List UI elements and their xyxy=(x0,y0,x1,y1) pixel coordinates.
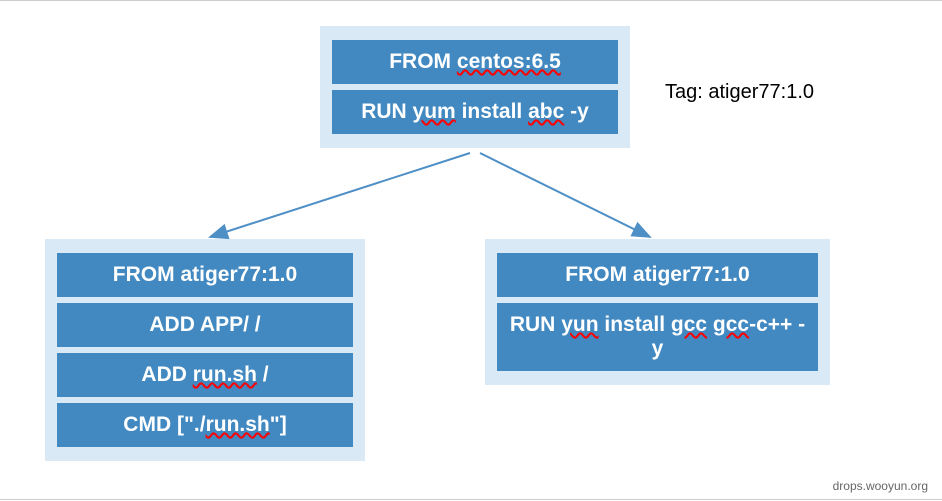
line-text: RUN xyxy=(510,313,561,336)
line-text-squiggle: centos:6.5 xyxy=(457,50,561,73)
dockerfile-line: FROM centos:6.5 xyxy=(332,40,618,84)
line-text: install xyxy=(599,313,671,336)
line-text-squiggle: abc xyxy=(528,100,564,123)
top-dockerfile-box: FROM centos:6.5 RUN yum install abc -y xyxy=(320,26,630,148)
line-text: "] xyxy=(270,413,287,436)
left-dockerfile-box: FROM atiger77:1.0 ADD APP/ / ADD run.sh … xyxy=(45,239,365,461)
tag-label: Tag: atiger77:1.0 xyxy=(665,81,814,104)
line-text: -y xyxy=(564,100,589,123)
line-text-squiggle: gcc xyxy=(713,313,749,336)
dockerfile-line: ADD APP/ / xyxy=(57,303,353,347)
dockerfile-line: FROM atiger77:1.0 xyxy=(57,253,353,297)
line-text: FROM atiger77:1.0 xyxy=(565,263,749,286)
line-text: RUN xyxy=(361,100,412,123)
arrow-to-right xyxy=(480,153,650,237)
dockerfile-line: RUN yun install gcc gcc-c++ -y xyxy=(497,303,818,371)
line-text-squiggle: run.sh xyxy=(206,413,270,436)
line-text-squiggle: yum xyxy=(413,100,456,123)
line-text-squiggle: gcc xyxy=(671,313,707,336)
line-text: ADD APP/ / xyxy=(149,313,260,336)
dockerfile-line: ADD run.sh / xyxy=(57,353,353,397)
line-text: CMD ["./ xyxy=(123,413,205,436)
line-text-squiggle: yun xyxy=(561,313,598,336)
line-text-squiggle: run.sh xyxy=(193,363,257,386)
watermark: drops.wooyun.org xyxy=(833,479,928,493)
arrow-to-left xyxy=(210,153,470,237)
dockerfile-line: FROM atiger77:1.0 xyxy=(497,253,818,297)
dockerfile-line: CMD ["./run.sh"] xyxy=(57,403,353,447)
line-text: ADD xyxy=(141,363,192,386)
right-dockerfile-box: FROM atiger77:1.0 RUN yun install gcc gc… xyxy=(485,239,830,385)
line-text: FROM atiger77:1.0 xyxy=(113,263,297,286)
line-text: / xyxy=(257,363,269,386)
line-text: FROM xyxy=(389,50,457,73)
line-text: install xyxy=(456,100,528,123)
dockerfile-line: RUN yum install abc -y xyxy=(332,90,618,134)
